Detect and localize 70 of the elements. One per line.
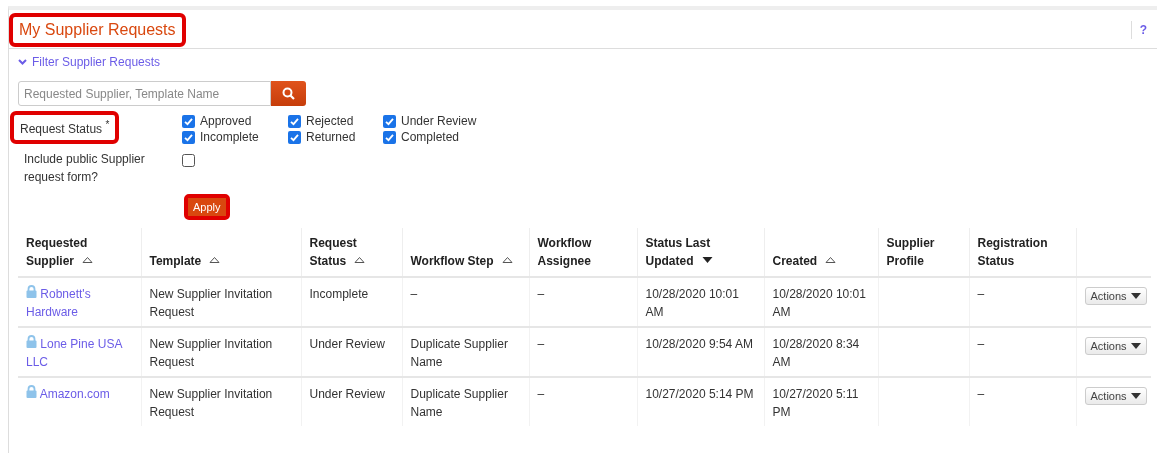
apply-button[interactable]: Apply <box>188 198 226 216</box>
table-cell: 10/28/2020 10:01 AM <box>645 287 739 319</box>
search-icon <box>282 87 295 100</box>
table-cell: 10/28/2020 8:34 AM <box>772 337 860 369</box>
status-checkbox[interactable] <box>383 115 396 128</box>
table-cell: Under Review <box>309 387 385 401</box>
table-cell: – <box>977 287 985 301</box>
column-header[interactable]: Workflow Step <box>402 228 529 277</box>
status-checkbox[interactable] <box>182 131 195 144</box>
table-cell: 10/27/2020 5:14 PM <box>645 387 754 401</box>
actions-dropdown-button[interactable]: Actions <box>1084 387 1147 405</box>
checkbox-label: Returned <box>306 131 356 144</box>
table-cell: – <box>410 287 418 301</box>
help-link[interactable]: ? <box>1130 21 1153 39</box>
column-header[interactable]: Status Last Updated <box>637 228 764 277</box>
column-header[interactable]: Request Status <box>301 228 402 277</box>
status-checkbox[interactable] <box>383 131 396 144</box>
table-cell: – <box>537 387 545 401</box>
page-title: My Supplier Requests <box>9 13 186 47</box>
table-cell: 10/27/2020 5:11 PM <box>772 387 859 419</box>
column-header: Workflow Assignee <box>529 228 637 277</box>
sort-ascending-icon <box>82 256 93 264</box>
status-checkbox[interactable] <box>288 131 301 144</box>
status-checkbox[interactable] <box>182 115 195 128</box>
table-cell: Incomplete <box>309 287 369 301</box>
actions-dropdown-button[interactable]: Actions <box>1084 337 1147 355</box>
checkbox-label: Approved <box>200 115 252 128</box>
checkbox-label: Rejected <box>306 115 354 128</box>
table-cell: – <box>537 287 545 301</box>
table-cell: Duplicate Supplier Name <box>410 387 508 419</box>
sort-ascending-icon <box>825 256 837 264</box>
caret-icon <box>1130 293 1141 299</box>
column-header[interactable]: Created <box>764 228 878 277</box>
table-cell: – <box>977 337 985 351</box>
supplier-link[interactable]: Amazon.com <box>26 385 133 403</box>
column-header[interactable]: Template <box>141 228 301 277</box>
supplier-link[interactable]: Robnett's Hardware <box>26 285 133 321</box>
lock-icon <box>26 385 37 398</box>
checkbox-label: Incomplete <box>200 131 259 144</box>
public-form-checkbox[interactable] <box>182 154 195 167</box>
sort-descending-icon <box>701 256 713 264</box>
column-header: Supplier Profile <box>878 228 969 277</box>
table-cell: – <box>977 387 985 401</box>
caret-icon <box>1130 343 1141 349</box>
table-cell: New Supplier Invitation Request <box>149 387 273 419</box>
supplier-link[interactable]: Lone Pine USA LLC <box>26 335 133 371</box>
public-form-label: Include public Supplier request form? <box>23 151 146 186</box>
request-status-label: Request Status $^{*}$ <box>10 111 120 144</box>
search-field[interactable]: Requested Supplier, Template Name <box>18 81 271 106</box>
table-cell: 10/28/2020 9:54 AM <box>645 337 753 351</box>
column-header[interactable]: Requested Supplier <box>18 228 141 277</box>
checkbox-label: Completed <box>401 131 460 144</box>
actions-dropdown-button[interactable]: Actions <box>1084 287 1147 305</box>
caret-icon <box>1130 393 1141 399</box>
table-cell: 10/28/2020 10:01 AM <box>772 287 866 319</box>
lock-icon <box>26 285 37 298</box>
table-cell: Under Review <box>309 337 385 351</box>
status-checkbox[interactable] <box>288 115 301 128</box>
column-header: Registration Status <box>969 228 1076 277</box>
sort-ascending-icon <box>501 256 513 264</box>
sort-ascending-icon <box>209 256 221 264</box>
lock-icon <box>26 335 37 348</box>
table-cell: Duplicate Supplier Name <box>410 337 508 369</box>
table-cell: New Supplier Invitation Request <box>149 287 273 319</box>
filter-toggle-link[interactable]: Filter Supplier Requests <box>18 55 161 69</box>
table-cell: New Supplier Invitation Request <box>149 337 273 369</box>
checkbox-label: Under Review <box>401 115 477 128</box>
search-button[interactable] <box>271 81 306 106</box>
sort-ascending-icon <box>354 256 366 264</box>
table-cell: – <box>537 337 545 351</box>
